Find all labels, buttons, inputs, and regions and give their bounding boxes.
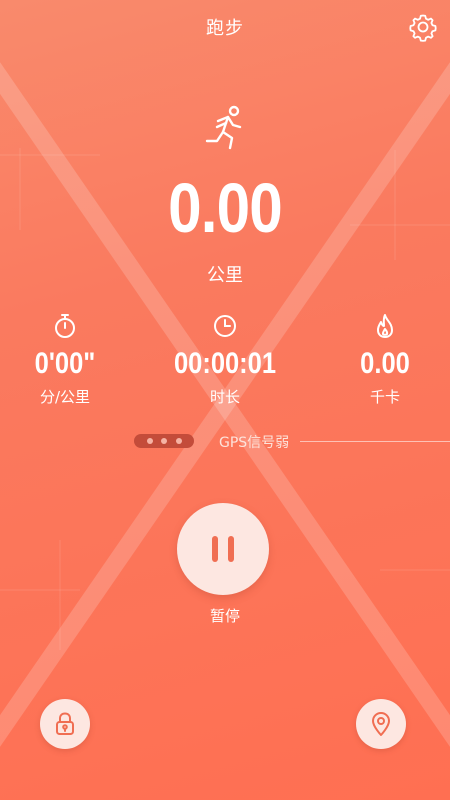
duration-stat: 00:00:01 时长 — [150, 312, 300, 407]
calories-label: 千卡 — [369, 388, 400, 406]
pause-label: 暂停 — [209, 607, 240, 625]
gps-signal-dot — [161, 438, 167, 444]
calories-stat: 0.00 千卡 — [310, 312, 450, 407]
flame-icon — [377, 314, 393, 338]
location-pin-icon — [372, 712, 390, 736]
clock-icon — [214, 315, 236, 337]
pace-stat: 0'00" 分/公里 — [0, 312, 140, 407]
pause-button[interactable] — [177, 503, 269, 595]
calories-value: 0.00 — [360, 347, 410, 380]
pace-value: 0'00" — [34, 347, 96, 380]
duration-value: 00:00:01 — [173, 347, 277, 380]
distance-unit: 公里 — [207, 265, 243, 286]
settings-button[interactable] — [408, 12, 438, 42]
lock-icon — [56, 712, 74, 735]
gps-signal-dot — [146, 438, 153, 444]
gear-icon — [409, 14, 437, 42]
gps-status-text: GPS信号弱 — [219, 435, 290, 451]
gps-signal-indicator — [134, 434, 194, 448]
pause-icon — [212, 536, 218, 562]
gps-signal-dot — [175, 438, 182, 444]
distance-value: 0.00 — [168, 169, 283, 247]
runner-icon — [205, 105, 242, 150]
lock-button[interactable] — [40, 699, 90, 749]
pace-label: 分/公里 — [39, 388, 91, 406]
location-button[interactable] — [356, 699, 406, 749]
page-title: 跑步 — [206, 18, 244, 39]
duration-label: 时长 — [209, 388, 240, 406]
stopwatch-icon — [55, 314, 75, 338]
gps-divider — [300, 441, 450, 442]
pause-icon — [228, 536, 234, 562]
